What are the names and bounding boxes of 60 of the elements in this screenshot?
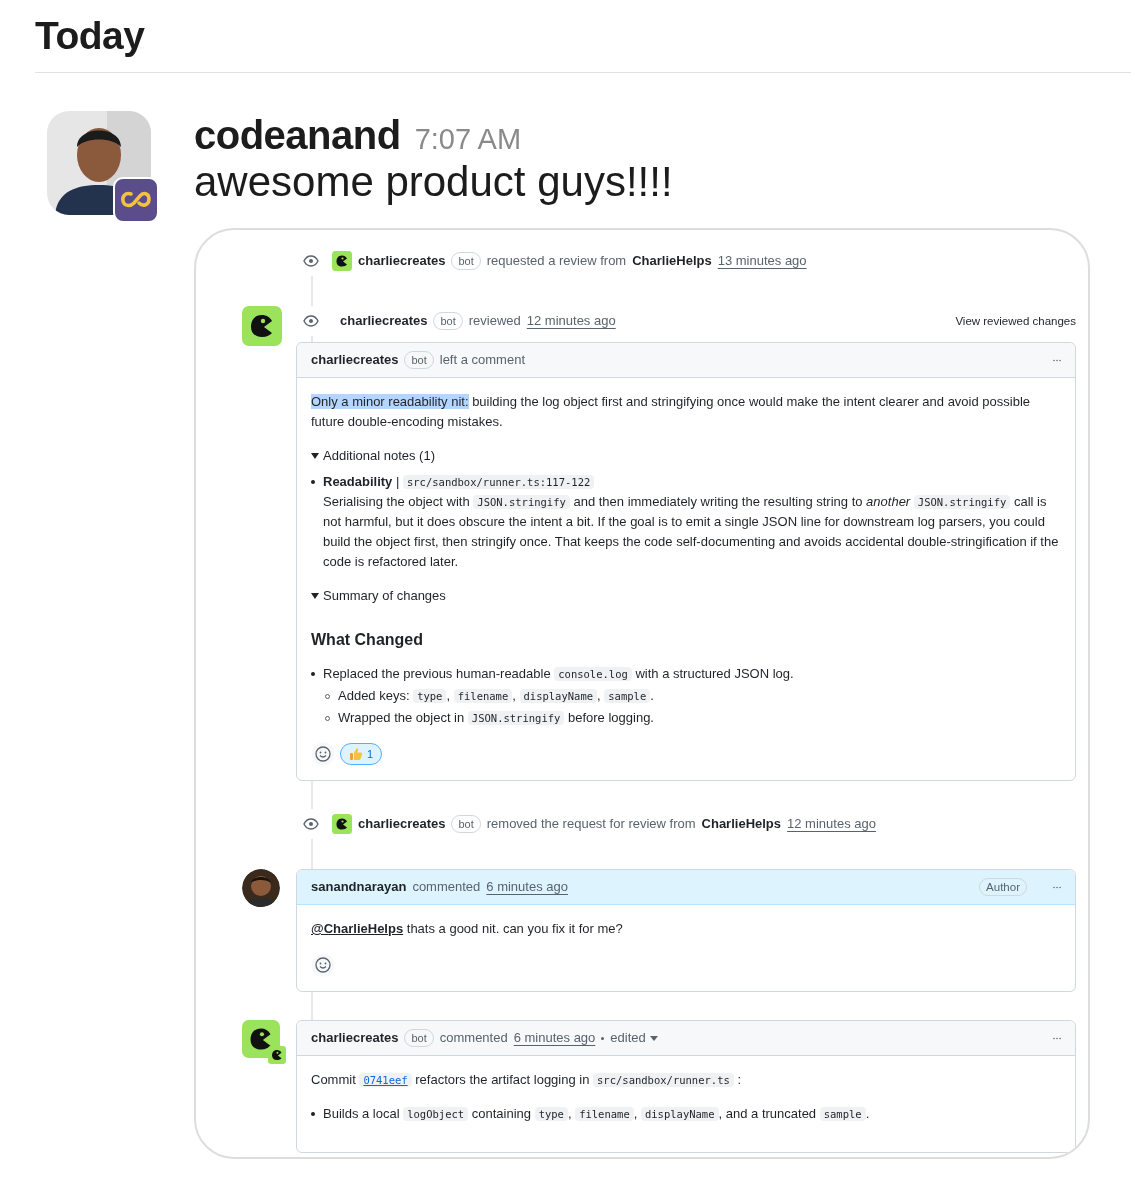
bot-avatar-icon [242,1020,280,1058]
bot-badge-icon [268,1046,286,1064]
message-text: awesome product guys!!!! [194,158,674,206]
details-toggle[interactable]: Additional notes (1) [311,446,435,466]
author-name[interactable]: charliecreates [358,814,446,834]
more-options-icon[interactable] [1053,357,1061,363]
caret-icon [649,1035,658,1041]
more-options-icon[interactable] [1053,1035,1061,1041]
bullet-icon [311,672,315,676]
author-name[interactable]: charliecreates [311,1028,399,1048]
comment-text: Commit 0741eef refactors the artifact logging in src/sandbox/runner.ts : [311,1071,743,1089]
sender-name[interactable]: codeanand [194,113,401,158]
timestamp-link[interactable]: 13 minutes ago [717,251,807,271]
author-name[interactable]: charliecreates [311,350,399,370]
list-item-text: Builds a local logObject containing type , filename , displayName , and a truncated sample . [323,1105,871,1123]
bullet-icon [311,1112,315,1116]
bullet-icon [311,480,315,484]
action-text: reviewed [468,312,521,330]
commit-link[interactable]: 0741eef [359,1073,412,1087]
separator-dot [601,1036,605,1040]
bot-avatar-icon [332,251,352,271]
action-text: left a comment [439,351,525,369]
timestamp-link[interactable]: 12 minutes ago [787,814,876,834]
edited-dropdown[interactable]: edited [610,1028,658,1048]
reviewer-name[interactable]: CharlieHelps [701,814,782,834]
app-badge-icon [113,177,159,223]
mention-link[interactable]: @CharlieHelps [311,921,404,936]
thumbs-up-icon [349,747,363,761]
bot-avatar-icon [332,814,352,834]
details-toggle[interactable]: Summary of changes [311,586,446,606]
timestamp-link[interactable]: 12 minutes ago [526,311,616,331]
section-heading: What Changed [311,630,424,650]
action-text: commented [439,1029,508,1047]
list-item-text: Added keys: type , filename , displayName , sample . [338,687,655,705]
timestamp-link[interactable]: 6 minutes ago [513,1028,596,1048]
caret-icon [311,452,319,460]
author-name[interactable]: sanandnarayan [311,877,407,897]
comment-text: @CharlieHelps thats a good nit. can you fix it for me? [311,920,624,938]
list-item-text: Replaced the previous human-readable console.log with a structured JSON log. [323,665,795,683]
caret-icon [311,592,319,600]
eye-icon [303,313,319,329]
eye-icon [303,816,319,832]
reviewer-name[interactable]: CharlieHelps [632,251,712,271]
list-item-text: Wrapped the object in JSON.stringify before logging. [338,709,655,727]
action-text: commented [412,878,481,896]
comment-text: Only a minor readability nit: building the log object first and stringifying once would make the intent clearer and avoid possible future double-encoding mistakes. [311,393,1032,431]
bot-avatar-icon [242,306,282,346]
add-reaction-icon[interactable] [311,742,335,766]
list-item-text: Readability | src/sandbox/runner.ts:117-122 Serialising the object with JSON.stringify and then immediately writing the resulting string to another JSON.stringify call is not harmful, but it does obscure the intent a bit. If the goal is to emit a single JSON line for downstream log parsers, you could build the object first, then stringify once. That keeps the code self-documenting and avoids accidental double-stringification if the code is refactored later. [323,473,1060,571]
more-options-icon[interactable] [1053,884,1061,890]
eye-icon [303,253,319,269]
reaction-button[interactable]: 1 [340,743,383,765]
action-text: requested a review from [486,252,627,270]
view-changes-link[interactable]: View reviewed changes [955,311,1076,331]
day-heading: Today [35,14,146,58]
timestamp-link[interactable]: 6 minutes ago [486,877,568,897]
author-name[interactable]: charliecreates [358,251,446,271]
add-reaction-icon[interactable] [311,953,335,977]
author-name[interactable]: charliecreates [340,311,428,331]
action-text: removed the request for review from [486,815,696,833]
